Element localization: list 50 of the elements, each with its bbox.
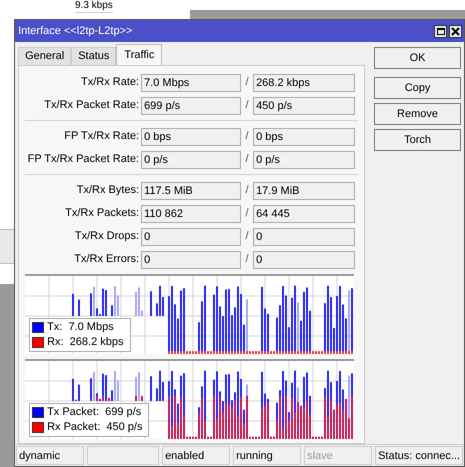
tx-field: 0 p/s <box>141 150 242 168</box>
legend-text: Rx Packet: 450 p/s <box>47 420 144 436</box>
rx-field: 268.2 kbps <box>253 74 356 92</box>
rx-field: 450 p/s <box>253 96 356 114</box>
separator-slash: / <box>246 152 249 168</box>
separator-slash: / <box>246 229 249 244</box>
rx-field: 0 <box>253 228 356 246</box>
tx-field: 0 bps <box>141 128 242 146</box>
status-cell: slave <box>304 446 372 465</box>
field-label: Tx/Rx Bytes: <box>76 183 140 198</box>
tx-field: 699 p/s <box>141 96 242 114</box>
tx-field: 0 <box>141 250 242 268</box>
field-label: Tx/Rx Errors: <box>73 252 140 268</box>
dialog-button[interactable]: Copy <box>374 77 461 99</box>
rx-field: 17.9 MiB <box>253 182 356 200</box>
separator-slash: / <box>246 129 249 144</box>
dialog-button[interactable]: OK <box>374 47 461 69</box>
status-cell: Status: connec... <box>375 446 463 465</box>
field-label: FP Tx/Rx Rate: <box>63 129 140 144</box>
status-cell: dynamic <box>16 446 84 465</box>
field-label: Tx/Rx Rate: <box>80 75 140 90</box>
field-label: Tx/Rx Packets: <box>64 206 140 222</box>
separator-slash: / <box>246 75 249 90</box>
dialog-button[interactable]: Torch <box>374 129 461 151</box>
field-label: Tx/Rx Drops: <box>74 229 140 244</box>
status-cell: enabled <box>162 446 230 465</box>
separator-slash: / <box>246 252 249 268</box>
rx-field: 64 445 <box>253 204 356 222</box>
rate-reading: 9.3 kbps <box>75 0 113 13</box>
tx-field: 110 862 <box>141 204 242 222</box>
tab[interactable]: General <box>18 47 72 65</box>
tx-field: 0 <box>141 228 242 246</box>
tab[interactable]: Traffic <box>116 44 162 65</box>
rx-field: 0 bps <box>253 128 356 146</box>
separator-slash: / <box>246 98 249 114</box>
rx-field: 0 <box>253 250 356 268</box>
separator-slash: / <box>246 183 249 198</box>
dialog-button[interactable]: Remove <box>374 103 461 125</box>
legend-text: Tx Packet: 699 p/s <box>47 405 142 420</box>
legend-text: Tx: 7.0 Mbps <box>47 320 115 336</box>
status-cell: running <box>233 446 302 465</box>
tx-field: 117.5 MiB <box>141 182 242 200</box>
legend-text: Rx: 268.2 kbps <box>47 335 124 350</box>
tab[interactable]: Status <box>71 47 116 65</box>
tx-field: 7.0 Mbps <box>141 74 242 92</box>
field-label: FP Tx/Rx Packet Rate: <box>26 152 140 168</box>
field-label: Tx/Rx Packet Rate: <box>43 98 140 114</box>
window-title: Interface <<l2tp-L2tp>> <box>18 24 132 39</box>
separator-slash: / <box>246 206 249 222</box>
rx-field: 0 p/s <box>253 150 356 168</box>
